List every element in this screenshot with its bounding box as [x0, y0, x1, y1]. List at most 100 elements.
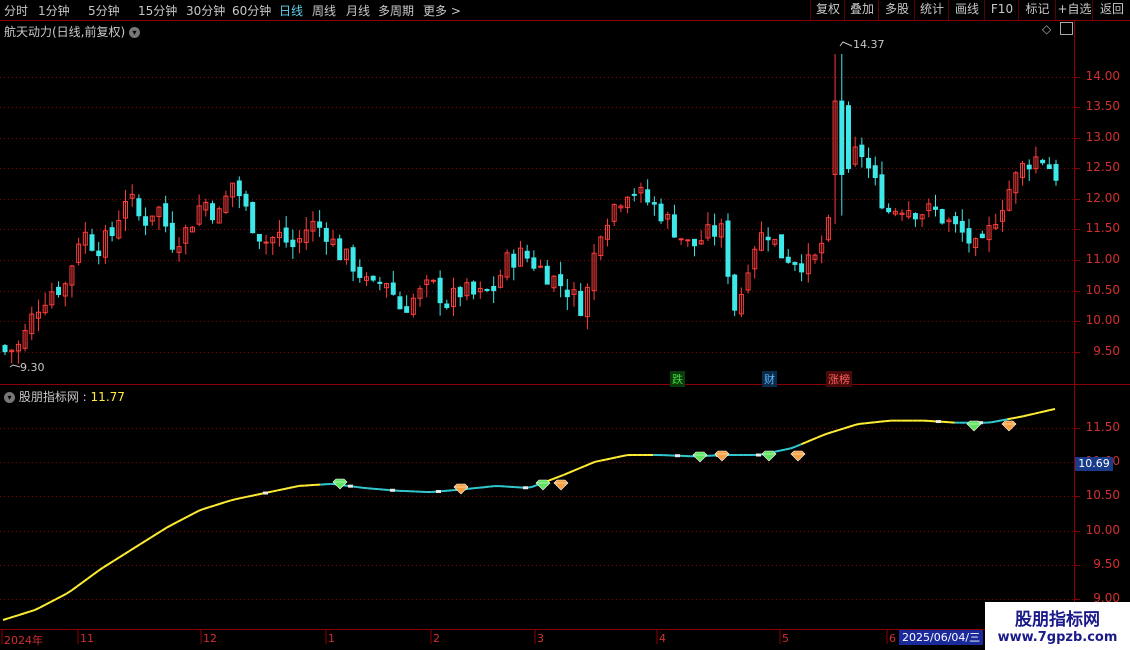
- watermark: 股朋指标网 www.7gpzb.com: [985, 602, 1130, 650]
- candle-body: [109, 227, 115, 237]
- indicator-line-segment: [885, 419, 892, 423]
- price-tick-label: 9.50: [1093, 343, 1120, 358]
- indicator-line-segment: [578, 465, 585, 470]
- indicator-line-segment: [235, 497, 242, 501]
- candle-body: [651, 202, 657, 205]
- indicator-line-segment: [161, 526, 168, 532]
- indicator-line-segment: [531, 484, 538, 488]
- candle-body: [290, 239, 296, 248]
- marker-fall[interactable]: 跌: [670, 371, 685, 387]
- indicator-line-segment: [557, 474, 564, 478]
- candle-body: [370, 275, 376, 281]
- candle-body: [886, 207, 892, 213]
- indicator-line-segment: [1049, 407, 1056, 412]
- indicator-line-segment: [875, 420, 881, 424]
- candle-body: [538, 265, 544, 268]
- candle-body: [712, 225, 718, 237]
- buy-signal-icon: [692, 451, 708, 463]
- indicator-line-segment: [2, 617, 9, 621]
- indicator-line-segment: [118, 553, 126, 559]
- candle-body: [283, 227, 289, 243]
- indicator-line-segment: [13, 614, 20, 618]
- indicator-line-segment: [34, 606, 41, 611]
- time-axis-label: 3: [537, 632, 544, 645]
- current-value-tag: 10.69: [1075, 457, 1113, 471]
- candle-body: [2, 345, 8, 353]
- candle-body: [323, 227, 329, 242]
- indicator-line-segment: [272, 489, 279, 493]
- candle-body: [256, 233, 262, 242]
- candle-body: [243, 193, 249, 207]
- indicator-line-segment: [853, 422, 860, 427]
- indicator-line-segment: [483, 485, 490, 489]
- indicator-line-segment: [1033, 411, 1040, 415]
- high-price-label: 14.37: [853, 38, 885, 51]
- candle-body: [564, 289, 570, 298]
- marker-rise-list[interactable]: 涨榜: [826, 371, 852, 387]
- indicator-line-segment: [568, 469, 575, 474]
- indicator-line-segment: [610, 456, 617, 460]
- indicator-line-segment: [1038, 410, 1045, 414]
- price-tick-label: 13.00: [1085, 129, 1120, 144]
- indicator-line-segment: [605, 457, 612, 461]
- candle-body: [578, 290, 584, 316]
- candle-body: [792, 262, 798, 265]
- indicator-line-segment: [267, 490, 273, 494]
- indicator-line-segment: [600, 458, 606, 462]
- indicator-line-segment: [219, 501, 226, 505]
- indicator-line-segment: [785, 447, 791, 451]
- indicator-line-segment: [166, 523, 173, 529]
- indicator-line-segment: [134, 543, 141, 549]
- candle-body: [357, 266, 363, 278]
- indicator-line-segment: [837, 427, 844, 432]
- time-axis-label: 2: [433, 632, 440, 645]
- candle-body: [471, 281, 477, 295]
- candle-body: [725, 220, 731, 277]
- indicator-line-segment: [171, 521, 178, 526]
- indicator-line-segment: [23, 610, 30, 615]
- buy-signal-icon: [332, 478, 348, 490]
- candle-body: [939, 209, 945, 224]
- indicator-line-segment: [552, 476, 559, 480]
- indicator-line-segment: [790, 445, 797, 450]
- indicator-line-segment: [277, 488, 284, 492]
- candle-body: [912, 213, 918, 220]
- time-axis-label: 12: [203, 632, 217, 645]
- sell-signal-icon: [714, 450, 730, 462]
- candle-body: [544, 265, 550, 285]
- indicator-line-segment: [1044, 409, 1050, 413]
- candle-body: [953, 216, 959, 225]
- indicator-line-segment: [39, 603, 46, 609]
- indicator-dot: [675, 454, 680, 458]
- candle-body: [136, 198, 142, 217]
- indicator-line-segment: [827, 430, 834, 435]
- candle-body: [511, 253, 517, 268]
- indicator-line-segment: [880, 420, 886, 423]
- marker-finance[interactable]: 财: [762, 371, 777, 387]
- indicator-line-segment: [240, 495, 247, 500]
- price-tick-label: 13.50: [1085, 99, 1120, 114]
- indicator-line-segment: [192, 509, 200, 515]
- indicator-line-segment: [29, 609, 36, 613]
- candle-body: [143, 216, 149, 226]
- candle-body: [263, 241, 269, 244]
- candle-body: [350, 247, 356, 272]
- indicator-line-segment: [155, 529, 163, 535]
- indicator-line-segment: [1012, 416, 1019, 420]
- indicator-line-segment: [187, 512, 194, 518]
- indicator-line-segment: [65, 589, 73, 595]
- indicator-line-segment: [832, 429, 839, 433]
- indicator-line-segment: [124, 549, 131, 555]
- candle-body: [377, 281, 383, 284]
- indicator-line-segment: [489, 485, 495, 488]
- indicator-line-segment: [573, 467, 580, 472]
- indicator-line-segment: [203, 506, 210, 510]
- indicator-line-segment: [288, 486, 294, 490]
- indicator-line-segment: [208, 504, 215, 509]
- indicator-line-segment: [224, 499, 231, 504]
- indicator-line-segment: [282, 487, 289, 491]
- indicator-line-segment: [81, 577, 89, 584]
- low-price-label: 9.30: [20, 361, 45, 374]
- indicator-line-segment: [1001, 418, 1008, 422]
- indicator-line-segment: [594, 459, 601, 463]
